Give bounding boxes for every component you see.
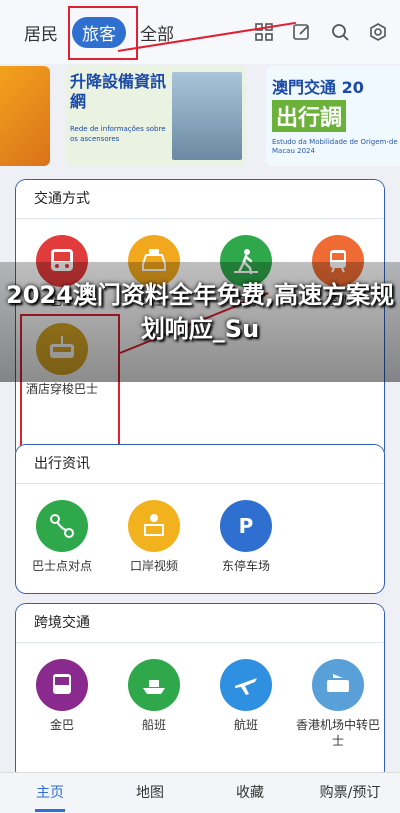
cross-item-golden-bus[interactable]: 金巴 [16, 659, 108, 733]
grid-icon[interactable] [250, 18, 278, 46]
top-icons [250, 18, 392, 46]
banner-left[interactable] [0, 66, 50, 166]
bus-stop-icon [36, 500, 88, 552]
cross-label: 金巴 [49, 718, 74, 732]
cross-item-ferry[interactable]: 船班 [108, 659, 200, 733]
overlay-title: 2024澳门资料全年免费,高速方案规划响应_Su [6, 281, 394, 343]
banner-title: 澳門交通 20 [272, 78, 364, 97]
banner-photo [172, 72, 242, 160]
info-label: 巴士点对点 [31, 559, 92, 573]
section-title: 跨境交通 [16, 604, 384, 643]
bottom-nav: 主页 地图 收藏 购票/预订 [0, 772, 400, 813]
banner-title: 升降設備資訊網 [70, 72, 167, 111]
section-title: 交通方式 [16, 180, 384, 219]
banner-lift-info[interactable]: 升降設備資訊網 Rede de informações sobre os asc… [66, 66, 246, 166]
banner-mobility-study[interactable]: 澳門交通 20 出行調 Estudo da Mobilidade de Orig… [266, 66, 400, 166]
info-label: 口岸视频 [129, 559, 178, 573]
section-title: 出行资讯 [16, 445, 384, 484]
nav-tickets[interactable]: 购票/预订 [300, 773, 400, 813]
banner-subtitle: Rede de informações sobre os ascensores [70, 125, 166, 143]
nav-favorites[interactable]: 收藏 [200, 773, 300, 813]
cross-label: 航班 [233, 718, 258, 732]
info-item-bus-p2p[interactable]: 巴士点对点 [16, 500, 108, 574]
svg-text:P: P [239, 514, 254, 538]
banner-subtitle: Estudo da Mobilidade de Origem-de Macau … [272, 138, 398, 155]
info-item-border-video[interactable]: 口岸视频 [108, 500, 200, 574]
cross-border-card: 跨境交通 金巴 船班 航班 香港机场中转巴士 [16, 604, 384, 780]
settings-icon[interactable] [364, 18, 392, 46]
cross-item-hk-airport-bus[interactable]: 香港机场中转巴士 [292, 659, 384, 749]
ferry-icon [128, 659, 180, 711]
top-bar: 居民 旅客 全部 [0, 0, 400, 64]
golden-bus-icon [36, 659, 88, 711]
info-item-east-parking[interactable]: P 东停车场 [200, 500, 292, 574]
cross-item-flight[interactable]: 航班 [200, 659, 292, 733]
parking-icon: P [220, 500, 272, 552]
cross-label: 香港机场中转巴士 [295, 718, 380, 748]
flight-icon [220, 659, 272, 711]
search-icon[interactable] [326, 18, 354, 46]
banner-heading: 出行調 [272, 100, 347, 132]
tab-resident[interactable]: 居民 [24, 20, 58, 45]
border-camera-icon [128, 500, 180, 552]
nav-home[interactable]: 主页 [0, 773, 100, 813]
highlight-box-tab [68, 6, 138, 60]
nav-map[interactable]: 地图 [100, 773, 200, 813]
tab-all[interactable]: 全部 [140, 20, 174, 45]
airport-bus-icon [312, 659, 364, 711]
info-label: 东停车场 [221, 559, 270, 573]
cross-label: 船班 [141, 718, 166, 732]
travel-info-card: 出行资讯 巴士点对点 口岸视频 P 东停车场 [16, 445, 384, 593]
